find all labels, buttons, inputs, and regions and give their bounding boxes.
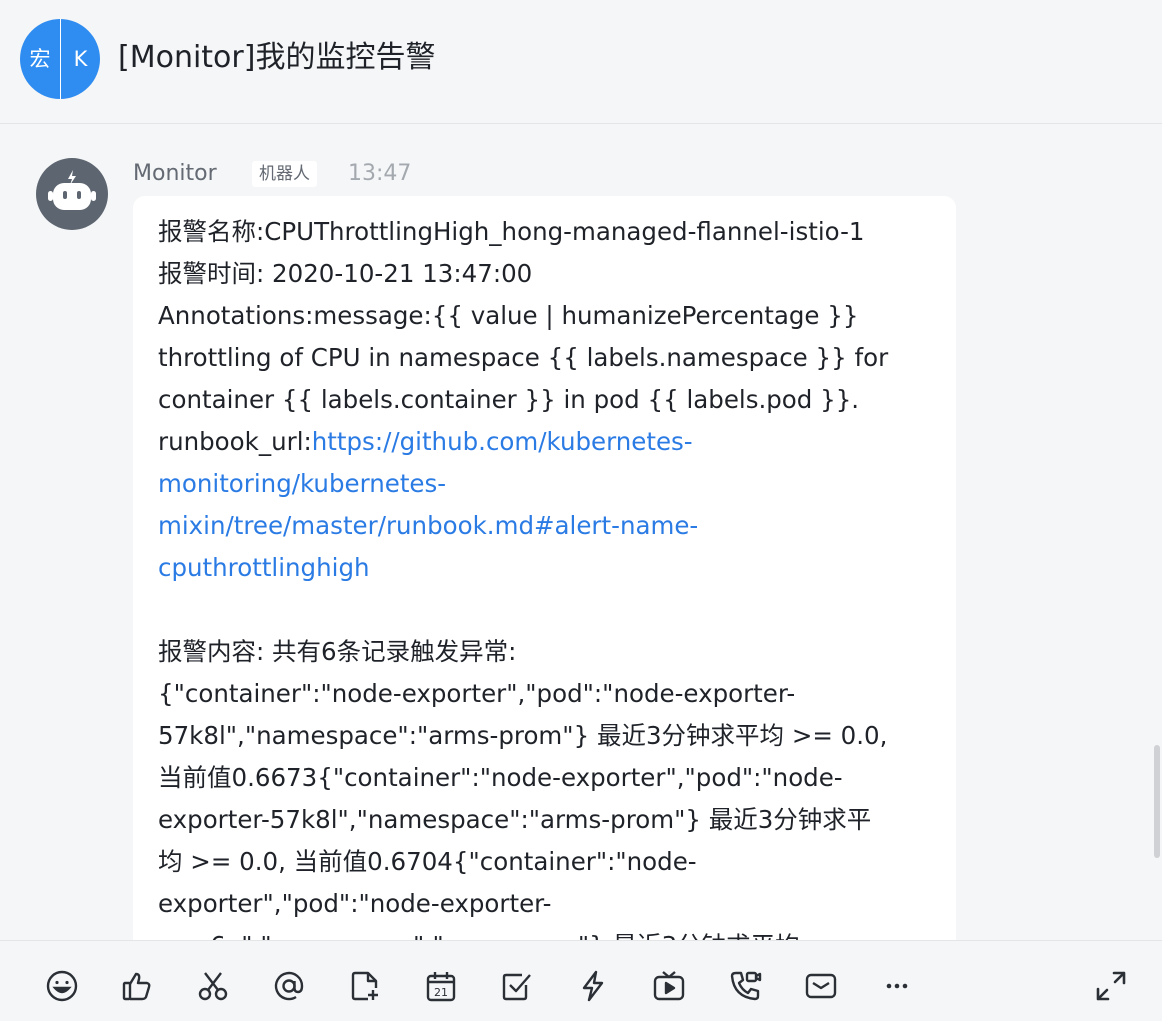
- message-line: throttling of CPU in namespace {{ labels…: [158, 343, 889, 372]
- runbook-label: runbook_url:: [158, 427, 312, 456]
- message-text: 报警名称:CPUThrottlingHigh_hong-managed-flan…: [158, 211, 948, 967]
- input-toolbar: 21: [0, 940, 1162, 1021]
- thumbs-up-icon[interactable]: [119, 968, 155, 1004]
- video-icon[interactable]: [651, 968, 687, 1004]
- expand-icon[interactable]: [1093, 968, 1129, 1004]
- avatar-left-initial: 宏: [29, 47, 51, 71]
- message-line: 报警时间: 2020-10-21 13:47:00: [158, 259, 533, 288]
- message-line: exporter-57k8l","namespace":"arms-prom"}…: [158, 805, 872, 834]
- avatar-right-initial: K: [73, 47, 88, 71]
- sender-name[interactable]: Monitor: [133, 160, 217, 188]
- chat-header: 宏 K [Monitor]我的监控告警: [0, 0, 1162, 124]
- message-line: {"container":"node-exporter","pod":"node…: [158, 679, 796, 708]
- message-line: 均 >= 0.0, 当前值0.6704{"container":"node-: [158, 847, 697, 876]
- lightning-icon[interactable]: [575, 968, 611, 1004]
- checkbox-icon[interactable]: [499, 968, 535, 1004]
- runbook-link[interactable]: https://github.com/kubernetes-: [312, 427, 693, 456]
- message-line: 57k8l","namespace":"arms-prom"} 最近3分钟求平均…: [158, 721, 888, 750]
- runbook-link[interactable]: cputhrottlinghigh: [158, 547, 948, 589]
- group-avatar[interactable]: 宏 K: [20, 19, 100, 99]
- message-time: 13:47: [348, 161, 412, 186]
- calendar-icon[interactable]: 21: [423, 968, 459, 1004]
- runbook-line: runbook_url:https://github.com/kubernete…: [158, 421, 948, 463]
- message-line: 报警名称:CPUThrottlingHigh_hong-managed-flan…: [158, 217, 865, 246]
- at-icon[interactable]: [271, 968, 307, 1004]
- scrollbar-thumb[interactable]: [1154, 745, 1160, 858]
- message-line: Annotations:message:{{ value | humanizeP…: [158, 301, 859, 330]
- phone-icon[interactable]: [727, 968, 763, 1004]
- emoji-icon[interactable]: [44, 968, 80, 1004]
- calendar-day: 21: [434, 986, 448, 999]
- message-line: exporter","pod":"node-exporter-: [158, 889, 552, 918]
- bot-tag: 机器人: [252, 161, 317, 187]
- chat-title[interactable]: [Monitor]我的监控告警: [118, 38, 435, 78]
- bot-avatar[interactable]: [36, 158, 108, 230]
- message-line: container {{ labels.container }} in pod …: [158, 385, 860, 414]
- add-doc-icon[interactable]: [347, 968, 383, 1004]
- more-icon[interactable]: [879, 968, 915, 1004]
- message-bubble[interactable]: 报警名称:CPUThrottlingHigh_hong-managed-flan…: [133, 196, 956, 996]
- mail-icon[interactable]: [803, 968, 839, 1004]
- robot-icon: [48, 170, 96, 210]
- runbook-link[interactable]: monitoring/kubernetes-: [158, 463, 948, 505]
- message-line: 报警内容: 共有6条记录触发异常:: [158, 637, 517, 666]
- runbook-link[interactable]: mixin/tree/master/runbook.md#alert-name-: [158, 505, 948, 547]
- scissors-icon[interactable]: [195, 968, 231, 1004]
- message-line: 当前值0.6673{"container":"node-exporter","p…: [158, 763, 843, 792]
